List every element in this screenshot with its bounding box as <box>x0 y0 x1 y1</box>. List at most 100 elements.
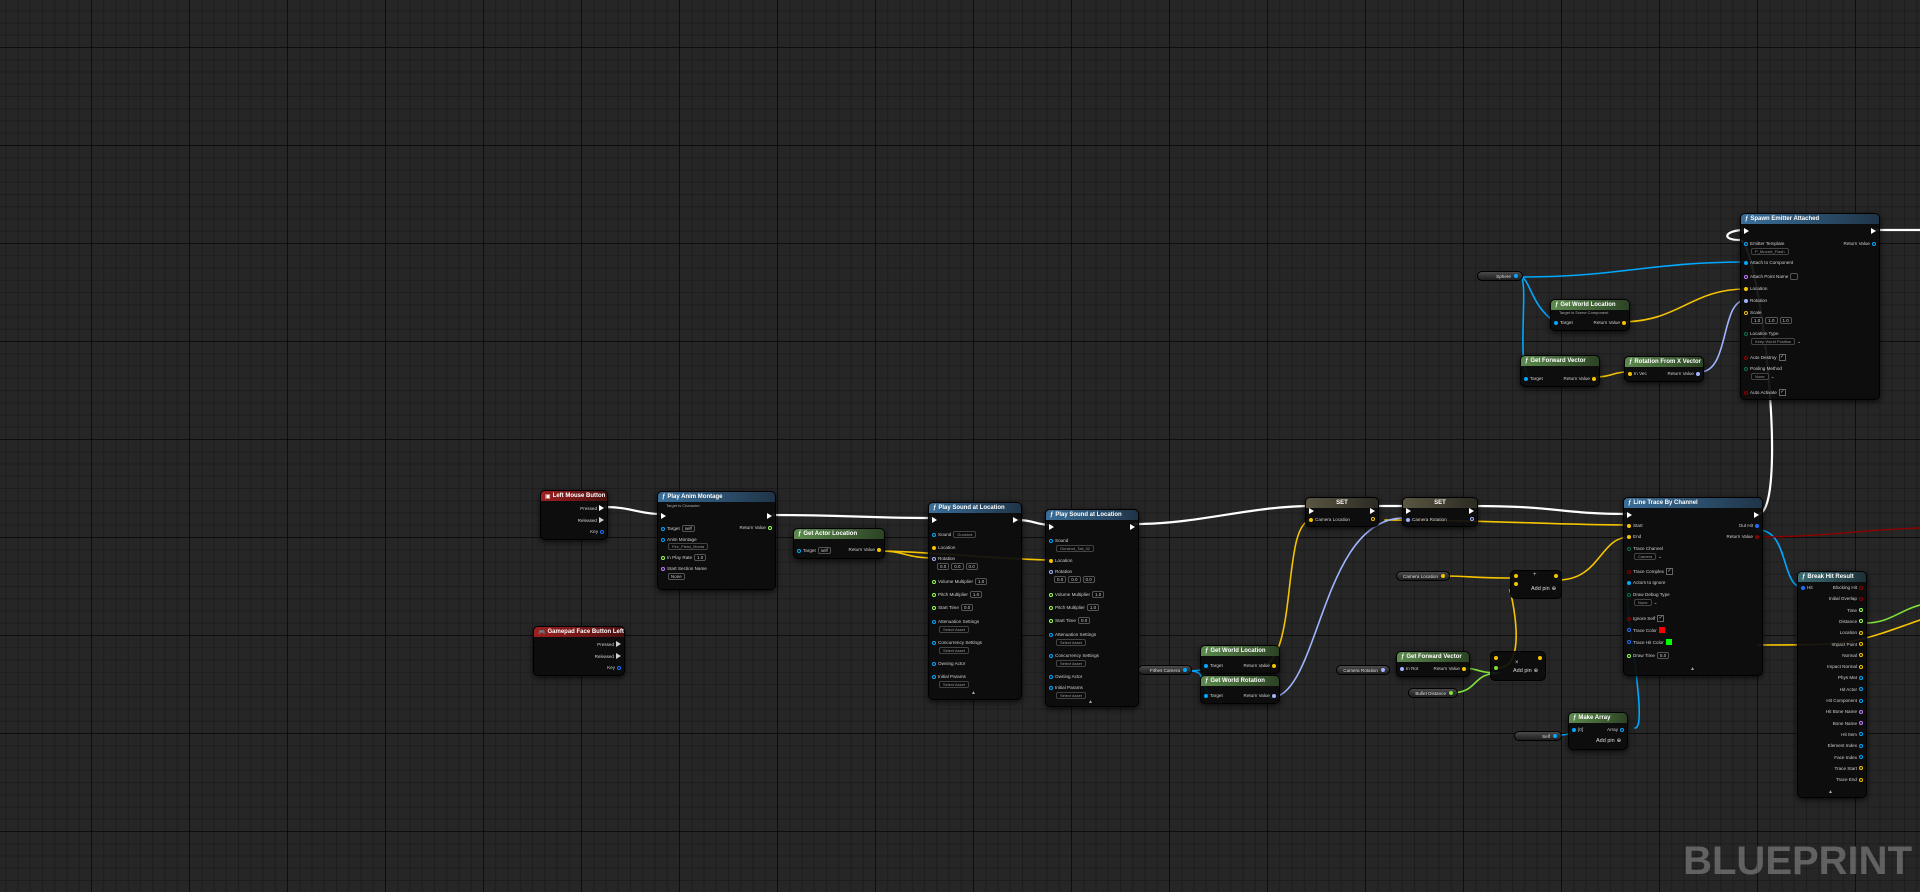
camera-rotation-pin[interactable]: Camera Rotation <box>1406 517 1447 522</box>
get-forward-vector-node-rotation[interactable]: ƒ Get Forward Vector In Rot Return Value <box>1396 651 1470 677</box>
return-value-pin[interactable]: Return Value <box>1434 666 1466 671</box>
draw-time-pin[interactable]: Draw Time 5.0 <box>1627 652 1670 659</box>
return-value-pin[interactable]: Return Value <box>1844 241 1876 246</box>
collapse-caret-icon[interactable]: ▲ <box>971 690 976 696</box>
ignore-self-pin[interactable]: Ignore Self ✓ <box>1627 615 1665 622</box>
target-pin[interactable]: Target <box>1204 663 1223 668</box>
exec-out-pin[interactable] <box>767 513 772 519</box>
array-out-pin[interactable]: Array <box>1607 727 1624 732</box>
pitch-pin[interactable]: Pitch Multiplier 1.0 <box>932 591 983 598</box>
return-value-pin[interactable]: Return Value <box>1727 534 1759 539</box>
break-hit-output-pin[interactable]: Distance <box>1839 619 1863 624</box>
target-pin[interactable]: Target <box>1554 320 1573 325</box>
a-pin[interactable] <box>1514 574 1518 578</box>
make-array-node[interactable]: ƒ Make Array [0] Array Add pin ⊕ <box>1568 712 1628 750</box>
bullet-distance-getter[interactable]: Bullet Distance <box>1408 688 1458 698</box>
break-hit-output-pin[interactable]: Hit Item <box>1841 732 1863 737</box>
break-hit-output-pin[interactable]: Trace Start <box>1834 766 1863 771</box>
released-pin[interactable]: Released <box>595 653 621 659</box>
exec-out-pin[interactable] <box>1754 512 1759 518</box>
break-hit-output-pin[interactable]: Hit Component <box>1826 698 1863 703</box>
break-hit-output-pin[interactable]: Blocking Hit <box>1833 585 1863 590</box>
concurrency-pin[interactable]: Concurrency Settings <box>1049 653 1099 658</box>
target-pin[interactable]: Target <box>1524 376 1543 381</box>
volume-pin[interactable]: Volume Multiplier 1.0 <box>932 578 988 585</box>
play-sound-at-location-node-2[interactable]: ƒ Play Sound at Location Sound Gunshot_Ta… <box>1045 509 1139 707</box>
location-pin[interactable]: Location <box>932 545 955 550</box>
location-type-pin[interactable]: Location Type <box>1744 331 1779 336</box>
concurrency-select[interactable]: Select Asset <box>1056 660 1087 667</box>
line-trace-by-channel-node[interactable]: ƒ Line Trace By Channel Start Out Hit End… <box>1623 497 1763 676</box>
sound-pin[interactable]: Sound <box>1049 538 1068 543</box>
emitter-template-select[interactable]: P_Muzzle_Flash <box>1751 248 1789 255</box>
output-pin[interactable] <box>1371 517 1375 521</box>
section-name-pin[interactable]: Start Section Name <box>661 566 707 571</box>
break-hit-output-pin[interactable]: Time <box>1847 608 1863 613</box>
return-value-pin[interactable]: Return Value <box>1244 693 1276 698</box>
pooling-method-pin[interactable]: Pooling Method <box>1744 366 1782 371</box>
initial-params-pin[interactable]: Initial Params <box>1049 685 1083 690</box>
left-mouse-button-event-node[interactable]: ▣ Left Mouse Button Pressed Released Key <box>540 490 608 540</box>
camera-rotation-getter[interactable]: Camera Rotation <box>1336 665 1390 675</box>
trace-hit-color-pin[interactable]: Trace Hit Color <box>1627 639 1672 645</box>
collapse-caret-icon[interactable]: ▲ <box>1828 789 1833 795</box>
return-value-pin[interactable]: Return Value <box>1244 663 1276 668</box>
gamepad-face-button-left-event-node[interactable]: 🎮 Gamepad Face Button Left Pressed Releas… <box>533 626 625 676</box>
in-vec-pin[interactable]: In Vec <box>1628 371 1647 376</box>
rotation-from-x-vector-node[interactable]: ƒ Rotation From X Vector In Vec Return Va… <box>1624 356 1704 382</box>
break-hit-output-pin[interactable]: Impact Normal <box>1827 664 1863 669</box>
element-0-pin[interactable]: [0] <box>1572 727 1583 732</box>
draw-debug-type-select[interactable]: None ⌄ <box>1634 599 1657 606</box>
concurrency-pin[interactable]: Concurrency Settings <box>932 640 982 645</box>
play-rate-pin[interactable]: In Play Rate 1.0 <box>661 554 707 561</box>
attenuation-pin[interactable]: Attenuation Settings <box>1049 632 1096 637</box>
key-pin[interactable]: Key <box>607 665 621 670</box>
attach-point-pin[interactable]: Attach Point Name <box>1744 273 1798 280</box>
checkbox-checked-icon[interactable]: ✓ <box>1665 568 1673 575</box>
set-camera-rotation-node[interactable]: SET Camera Rotation <box>1402 497 1478 527</box>
vector-add-node[interactable]: + Add pin ⊕ <box>1510 570 1562 599</box>
scale-fields[interactable]: 1.0 1.0 1.0 <box>1751 317 1792 324</box>
break-hit-output-pin[interactable]: Bone Name <box>1833 721 1863 726</box>
add-pin-button[interactable]: Add pin ⊕ <box>1596 738 1621 744</box>
draw-debug-type-pin[interactable]: Draw Debug Type <box>1627 592 1670 597</box>
pitch-pin[interactable]: Pitch Multiplier 1.0 <box>1049 604 1100 611</box>
target-pin[interactable]: Target self <box>797 547 831 554</box>
auto-destroy-pin[interactable]: Auto Destroy ✓ <box>1744 354 1786 361</box>
start-time-pin[interactable]: Start Time 0.0 <box>1049 617 1091 624</box>
anim-montage-pin[interactable]: Anim Montage <box>661 537 697 542</box>
attach-component-pin[interactable]: Attach to Component <box>1744 260 1793 265</box>
exec-out-pin[interactable] <box>1370 508 1375 514</box>
red-color-swatch[interactable] <box>1658 627 1665 633</box>
pooling-method-select[interactable]: None ⌄ <box>1751 373 1774 380</box>
result-pin[interactable] <box>1538 656 1542 660</box>
break-hit-output-pin[interactable]: Face Index <box>1834 755 1863 760</box>
collapse-caret-icon[interactable]: ▲ <box>1690 666 1695 672</box>
volume-pin[interactable]: Volume Multiplier 1.0 <box>1049 591 1105 598</box>
exec-out-pin[interactable] <box>1469 508 1474 514</box>
rotation-pin[interactable]: Rotation <box>1049 569 1072 574</box>
hit-pin[interactable]: Hit <box>1801 585 1813 590</box>
return-value-pin[interactable]: Return Value <box>1668 371 1700 376</box>
initial-params-select[interactable]: Select Asset <box>1056 692 1087 699</box>
break-hit-output-pin[interactable]: Trace End <box>1836 777 1863 782</box>
owning-actor-pin[interactable]: Owning Actor <box>1049 674 1082 679</box>
return-value-pin[interactable]: Return Value <box>1594 320 1626 325</box>
first-person-camera-getter[interactable]: Fithes Camera <box>1138 665 1192 675</box>
return-value-pin[interactable]: Return Value <box>1564 376 1596 381</box>
sphere-getter[interactable]: Sphere <box>1477 271 1523 281</box>
return-value-pin[interactable]: Return Value <box>849 547 881 552</box>
attenuation-select[interactable]: Select Asset <box>1056 639 1087 646</box>
in-rot-pin[interactable]: In Rot <box>1400 666 1418 671</box>
get-world-rotation-node[interactable]: ƒ Get World Rotation Target Return Value <box>1200 675 1280 704</box>
pressed-pin[interactable]: Pressed <box>597 641 621 647</box>
vector-multiply-node[interactable]: × Add pin ⊕ <box>1490 651 1546 681</box>
rotation-pin[interactable]: Rotation <box>932 556 955 561</box>
play-anim-montage-node[interactable]: ƒ Play Anim Montage Target is Character T… <box>657 491 776 590</box>
camera-location-getter[interactable]: Camera Location <box>1396 571 1450 581</box>
target-pin[interactable]: Target self <box>661 525 695 532</box>
trace-channel-pin[interactable]: Trace Channel <box>1627 546 1663 551</box>
trace-color-pin[interactable]: Trace Color <box>1627 627 1665 633</box>
exec-out-pin[interactable] <box>1013 517 1018 523</box>
section-name-field[interactable]: None <box>668 573 685 580</box>
